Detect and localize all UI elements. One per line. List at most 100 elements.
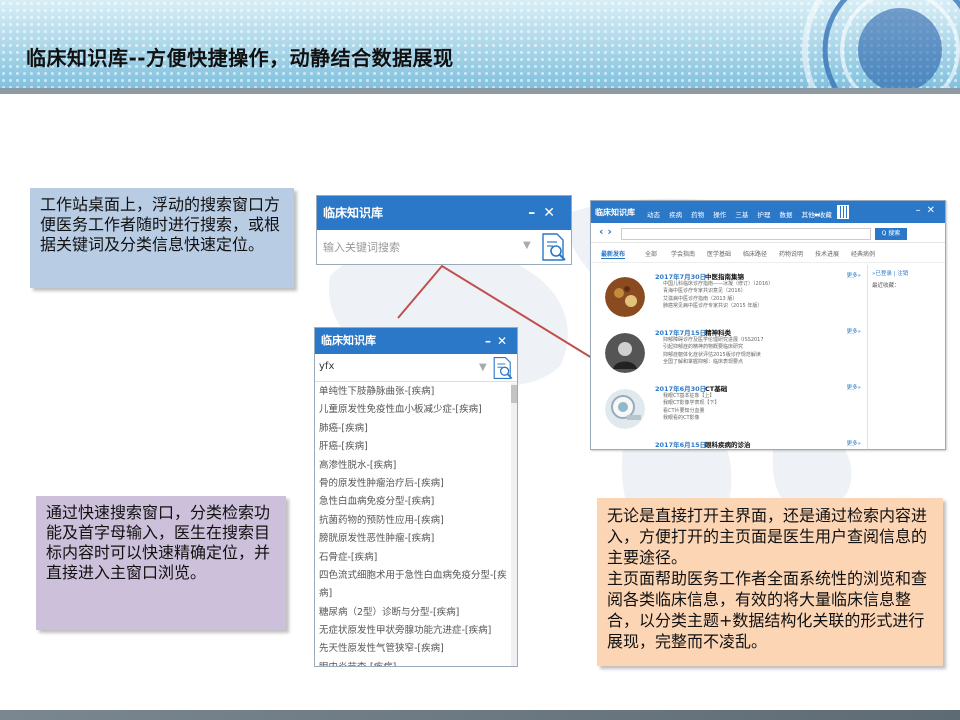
result-item[interactable]: 石骨症-[疾病] bbox=[315, 549, 511, 567]
entry-title[interactable]: 眼科疾病的诊治 bbox=[705, 439, 751, 449]
result-item[interactable]: 四色流式细胞术用于急性白血病免疫分型-[疾病] bbox=[315, 567, 511, 604]
minimize-button[interactable]: – bbox=[528, 205, 543, 221]
portal-right-panel: »已登录 | 注销 最近收藏： bbox=[867, 265, 945, 449]
result-item[interactable]: 糖尿病（2型）诊断与分型-[疾病] bbox=[315, 604, 511, 622]
tab-basics[interactable]: 医学基础 bbox=[707, 249, 731, 258]
results-scrollbar[interactable] bbox=[511, 383, 517, 666]
entry-line[interactable]: 青海中医诊疗专家共识意见（2016） bbox=[663, 288, 773, 295]
header-divider bbox=[0, 88, 960, 94]
result-item[interactable]: 肝癌-[疾病] bbox=[315, 438, 511, 456]
callout-main-page-p1: 无论是直接打开主界面，还是通过检索内容进入，方便打开的主页面是医生用户查阅信息的… bbox=[607, 506, 928, 567]
close-button[interactable]: ✕ bbox=[543, 205, 563, 221]
callout-main-page: 无论是直接打开主界面，还是通过检索内容进入，方便打开的主页面是医生用户查阅信息的… bbox=[597, 498, 943, 666]
close-button[interactable]: ✕ bbox=[927, 205, 941, 216]
dropdown-arrow-icon[interactable]: ▼ bbox=[479, 362, 487, 373]
search-placeholder: 输入关键词搜索 bbox=[323, 241, 400, 254]
tab-drug[interactable]: 药物说明 bbox=[779, 249, 803, 258]
dropdown-search-widget: 临床知识库 –✕ yfx ▼ 单纯性下肢静脉曲张-[疾病] 儿童原发性免疫性血小… bbox=[314, 327, 518, 667]
entry-line[interactable]: 我眼看的CT影像 bbox=[663, 415, 720, 422]
result-item[interactable]: 骨的原发性肿瘤治疗后-[疾病] bbox=[315, 475, 511, 493]
result-item[interactable]: 儿童原发性免疫性血小板减少症-[疾病] bbox=[315, 401, 511, 419]
result-item[interactable]: 高渗性脱水-[疾病] bbox=[315, 457, 511, 475]
search-results-list: 单纯性下肢静脉曲张-[疾病] 儿童原发性免疫性血小板减少症-[疾病] 肺癌-[疾… bbox=[315, 383, 511, 666]
portal-search-button[interactable]: Q 搜索 bbox=[875, 228, 907, 240]
herbal-medicine-thumbnail bbox=[605, 277, 645, 317]
minimize-button[interactable]: – bbox=[485, 334, 497, 348]
result-item[interactable]: 单纯性下肢静脉曲张-[疾病] bbox=[315, 383, 511, 401]
feed-entry[interactable]: 2017年6月15日 眼科疾病的诊治 更多» bbox=[601, 433, 863, 449]
result-item[interactable]: 膀胱原发性恶性肿瘤-[疾病] bbox=[315, 530, 511, 548]
nav-item[interactable]: 护理 bbox=[757, 211, 770, 219]
entry-date: 2017年7月15日 bbox=[655, 329, 707, 337]
header-ring-decoration bbox=[802, 0, 960, 90]
result-item[interactable]: 无症状原发性甲状旁腺功能亢进症-[疾病] bbox=[315, 622, 511, 640]
result-item[interactable]: 眼内炎节查-[疾病] bbox=[315, 659, 511, 666]
feed-entry[interactable]: 2017年6月30日 CT基础 更多» 我眼CT基本征象【上】 我眼CT影像学表… bbox=[601, 377, 863, 433]
callout-main-page-p2: 主页面帮助医务工作者全面系统性的浏览和查阅各类临床信息，有效的将大量临床信息整合… bbox=[607, 569, 928, 651]
floating-search-widget: 临床知识库 –✕ 输入关键词搜索 ▼ bbox=[316, 195, 572, 265]
tab-tech[interactable]: 技术进展 bbox=[815, 249, 839, 258]
entry-line[interactable]: 肺癌常见病中医诊疗专家共识（2015 年版） bbox=[663, 303, 773, 310]
portal-feed: 2017年7月30日 中医指南集锦 更多» 中国儿科临床诊疗指南——冰凝（修订）… bbox=[601, 265, 863, 449]
dropdown-search-input[interactable]: yfx ▼ bbox=[315, 354, 517, 382]
entry-line[interactable]: 抑郁症躯体化症状评估2015版诊疗规范解读 bbox=[663, 352, 764, 359]
nav-item[interactable]: 数据 bbox=[779, 211, 792, 219]
more-link[interactable]: 更多» bbox=[847, 439, 861, 447]
slide-footer-bar bbox=[0, 710, 960, 720]
nav-item[interactable]: 操作 bbox=[713, 211, 726, 219]
tab-all[interactable]: 全部 bbox=[645, 249, 657, 258]
tab-cases[interactable]: 经典病例 bbox=[851, 249, 875, 258]
entry-line[interactable]: 引起抑郁症的精神药物概要临床研究 bbox=[663, 344, 764, 351]
slide-title: 临床知识库--方便快捷操作，动静结合数据展现 bbox=[26, 46, 454, 70]
dropdown-widget-title: 临床知识库 bbox=[321, 334, 376, 347]
entry-title[interactable]: 中医指南集锦 bbox=[705, 271, 744, 281]
dropdown-arrow-icon[interactable]: ▼ bbox=[523, 240, 531, 251]
portal-search-input[interactable] bbox=[621, 228, 871, 240]
close-button[interactable]: ✕ bbox=[497, 334, 513, 348]
back-forward-arrows-icon[interactable]: ‹ › bbox=[599, 225, 612, 238]
search-input[interactable]: 输入关键词搜索 ▼ bbox=[317, 230, 571, 264]
tab-guidelines[interactable]: 学会指南 bbox=[671, 249, 695, 258]
callout-quick-search: 通过快速搜索窗口，分类检索功能及首字母输入，医生在搜索目标内容时可以快速精确定位… bbox=[36, 496, 286, 630]
entry-line[interactable]: 我眼CT影像学表现【下】 bbox=[663, 400, 720, 407]
feed-entry[interactable]: 2017年7月30日 中医指南集锦 更多» 中国儿科临床诊疗指南——冰凝（修订）… bbox=[601, 265, 863, 321]
dropdown-widget-titlebar: 临床知识库 –✕ bbox=[315, 328, 517, 354]
result-item[interactable]: 抗菌药物的预防性应用-[疾病] bbox=[315, 512, 511, 530]
qr-code-icon[interactable] bbox=[837, 205, 849, 219]
more-link[interactable]: 更多» bbox=[847, 271, 861, 279]
more-link[interactable]: 更多» bbox=[847, 383, 861, 391]
portal-tabs: 最新发布 全部 学会指南 医学基础 临床路径 药物说明 技术进展 经典病例 bbox=[591, 243, 945, 263]
search-widget-title: 临床知识库 bbox=[323, 206, 384, 220]
search-query-value: yfx bbox=[319, 361, 335, 372]
minimize-button[interactable]: – bbox=[916, 205, 927, 216]
entry-title[interactable]: CT基础 bbox=[705, 383, 727, 393]
portal-nav-items: 动态 疾病 药物 操作 三基 护理 数据 其他 ▾ bbox=[647, 209, 827, 219]
tab-latest[interactable]: 最新发布 bbox=[601, 249, 626, 259]
entry-line[interactable]: 看CT片要知分血量 bbox=[663, 408, 720, 415]
entry-date: 2017年6月30日 bbox=[655, 385, 707, 393]
nav-item[interactable]: 三基 bbox=[735, 211, 748, 219]
entry-date: 2017年6月15日 bbox=[655, 441, 707, 449]
entry-line[interactable]: 全国了解和掌握抑郁：临床表现要点 bbox=[663, 359, 764, 366]
portal-search-bar: ‹ › Q 搜索 bbox=[591, 223, 945, 243]
login-status[interactable]: »已登录 | 注销 bbox=[872, 269, 945, 277]
scrollbar-thumb[interactable] bbox=[511, 385, 517, 403]
portrait-thumbnail bbox=[605, 333, 645, 373]
recent-favorites-label: 最近收藏： bbox=[872, 283, 900, 289]
search-icon[interactable] bbox=[491, 356, 515, 380]
result-item[interactable]: 急性白血病免疫分型-[疾病] bbox=[315, 493, 511, 511]
more-link[interactable]: 更多» bbox=[847, 327, 861, 335]
feed-entry[interactable]: 2017年7月15日 精神科类 更多» 抑郁障碍诊疗及医学伦理研究进展（ISS2… bbox=[601, 321, 863, 377]
entry-title[interactable]: 精神科类 bbox=[705, 327, 731, 337]
favorite-button[interactable]: ★收藏 bbox=[813, 209, 832, 219]
nav-item[interactable]: 疾病 bbox=[669, 211, 682, 219]
tab-pathway[interactable]: 临床路径 bbox=[743, 249, 767, 258]
result-item[interactable]: 先天性原发性气管狭窄-[疾病] bbox=[315, 640, 511, 658]
nav-item[interactable]: 动态 bbox=[647, 211, 660, 219]
callout-desktop-search: 工作站桌面上，浮动的搜索窗口方便医务工作者随时进行搜索，或根据关键词及分类信息快… bbox=[30, 188, 294, 288]
portal-brand: 临床知识库 bbox=[595, 208, 635, 217]
entry-line[interactable]: 艾滋病中医诊疗指南（2013 版） bbox=[663, 296, 773, 303]
result-item[interactable]: 肺癌-[疾病] bbox=[315, 420, 511, 438]
search-icon[interactable] bbox=[539, 232, 569, 262]
nav-item[interactable]: 药物 bbox=[691, 211, 704, 219]
